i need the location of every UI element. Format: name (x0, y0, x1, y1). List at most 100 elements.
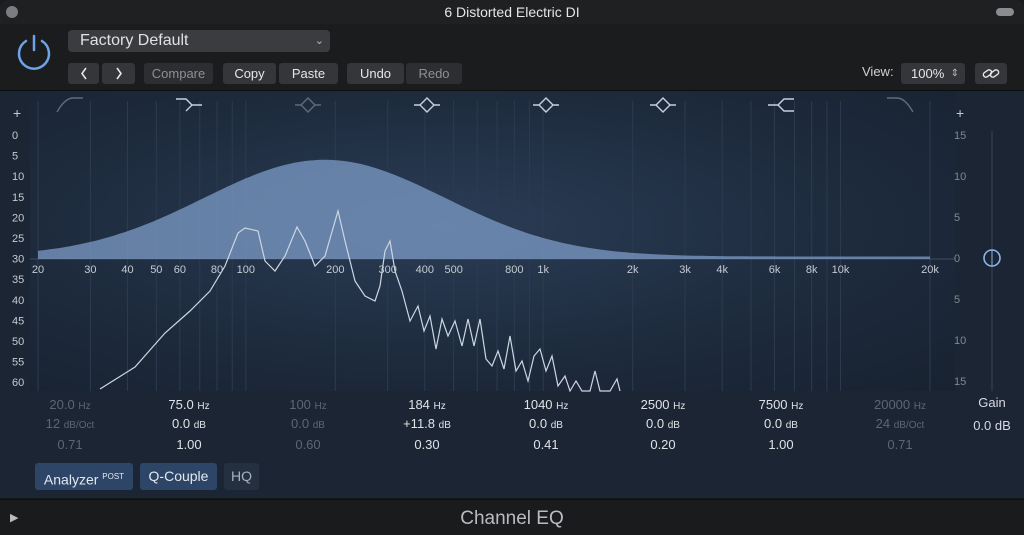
band-gain[interactable]: 0.0 dB (139, 416, 239, 431)
band-gain[interactable]: 0.0 dB (731, 416, 831, 431)
bell-icon[interactable] (291, 94, 325, 116)
redo-button[interactable]: Redo (406, 63, 462, 84)
band-frequency-value: 20000 (873, 397, 911, 412)
band-frequency-unit: Hz (556, 401, 569, 412)
band-gain-unit: dB (550, 420, 563, 431)
band-frequency[interactable]: 100 Hz (258, 397, 358, 412)
band-q[interactable]: 0.30 (377, 437, 477, 452)
band-frequency[interactable]: 20.0 Hz (20, 397, 120, 412)
frequency-label: 8k (806, 264, 818, 276)
frequency-axis: 20 30 40 50 60 80 100 200 300 400 500 800 1k 2k 3k 4k 6k… (32, 264, 939, 276)
low-shelf-icon[interactable] (172, 94, 206, 116)
bell-icon[interactable] (646, 94, 680, 116)
band-gain[interactable]: 0.0 dB (496, 416, 596, 431)
undo-button[interactable]: Undo (347, 63, 404, 84)
analyzer-scale-label: 40 (12, 295, 24, 307)
band-gain-unit: dB (312, 420, 325, 431)
frequency-label: 20k (921, 264, 939, 276)
analyzer-scale-label: 20 (12, 212, 24, 224)
gain-scale-label: 10 (954, 335, 966, 347)
frequency-label: 50 (150, 264, 162, 276)
band-q[interactable]: 0.60 (258, 437, 358, 452)
output-gain[interactable]: Gain 0.0 dB (962, 395, 1022, 433)
analyzer-button[interactable]: Analyzer POST (35, 463, 133, 490)
up-down-icon: ⇕ (950, 68, 959, 79)
band-frequency[interactable]: 20000 Hz (850, 397, 950, 412)
zoom-select[interactable]: 100% ⇕ (901, 63, 965, 84)
frequency-label: 80 (211, 264, 223, 276)
band-gain[interactable]: 0.0 dB (613, 416, 713, 431)
previous-preset-button[interactable] (68, 63, 99, 84)
plugin-name: Channel EQ (460, 508, 564, 529)
analyzer-scale-label: 30 (12, 254, 24, 266)
gain-scale-label: 15 (954, 130, 966, 142)
band-shape-selector (0, 91, 1024, 121)
band-frequency-unit: Hz (197, 401, 210, 412)
gain-scale-label: 5 (954, 212, 960, 224)
gain-scale-label: 15 (954, 376, 966, 388)
band-frequency-value: 184 (408, 397, 430, 412)
low-cut-icon[interactable] (53, 94, 87, 116)
window-close-button[interactable] (6, 6, 18, 18)
band-gain[interactable]: 24 dB/Oct (850, 416, 950, 431)
window-resize-button[interactable] (996, 8, 1014, 16)
bell-icon[interactable] (529, 94, 563, 116)
band-gain-value: 0.0 (646, 416, 665, 431)
band-gain[interactable]: 0.0 dB (258, 416, 358, 431)
paste-button[interactable]: Paste (279, 63, 338, 84)
frequency-label: 300 (379, 264, 397, 276)
band-q[interactable]: 0.71 (850, 437, 950, 452)
band-gain-unit: dB (438, 420, 451, 431)
view-label: View: (862, 64, 894, 79)
analyzer-mode: POST (102, 472, 125, 481)
gain-value[interactable]: 0.0 dB (962, 418, 1022, 433)
link-button[interactable] (975, 63, 1007, 84)
band-q-value: 0.71 (887, 437, 913, 452)
analyzer-scale-label: 35 (12, 274, 24, 286)
analyzer-scale-label: 60 (12, 377, 24, 389)
analyzer-label: Analyzer (43, 471, 99, 488)
band-q[interactable]: 1.00 (731, 437, 831, 452)
gain-scale: 15 10 5 0 5 10 15 (954, 130, 966, 388)
hq-button[interactable]: HQ (224, 463, 259, 490)
title-bar: 6 Distorted Electric DI (0, 0, 1024, 24)
copy-button[interactable]: Copy (223, 63, 276, 84)
band-frequency[interactable]: 2500 Hz (613, 397, 713, 412)
band-q[interactable]: 0.20 (613, 437, 713, 452)
band-q-value: 0.71 (57, 437, 83, 452)
band-q[interactable]: 0.41 (496, 437, 596, 452)
band-gain-value: +11.8 (403, 416, 436, 431)
band-gain-value: 24 (875, 416, 891, 431)
high-shelf-icon[interactable] (764, 94, 798, 116)
band-gain-unit: dB (667, 420, 680, 431)
band-q-value: 1.00 (768, 437, 794, 452)
band-frequency[interactable]: 7500 Hz (731, 397, 831, 412)
plugin-window: 6 Distorted Electric DI Factory Default … (0, 0, 1024, 535)
high-cut-icon[interactable] (883, 94, 917, 116)
bell-icon[interactable] (410, 94, 444, 116)
band-gain-value: 0.0 (291, 416, 310, 431)
band-frequency[interactable]: 184 Hz (377, 397, 477, 412)
band-gain[interactable]: 12 dB/Oct (20, 416, 120, 431)
q-couple-button[interactable]: Q-Couple (140, 463, 217, 490)
analyzer-scale-label: 55 (12, 357, 24, 369)
frequency-label: 400 (416, 264, 434, 276)
band-gain[interactable]: +11.8 dB (377, 416, 477, 431)
band-gain-value: 0.0 (529, 416, 548, 431)
analyzer-scale: 0 5 10 15 20 25 30 35 40 45 50 55 60 (12, 130, 24, 389)
band-frequency[interactable]: 1040 Hz (496, 397, 596, 412)
band-frequency-value: 1040 (523, 397, 553, 412)
preset-menu[interactable]: Factory Default ⌄ (68, 30, 330, 52)
next-preset-button[interactable] (102, 63, 135, 84)
band-frequency-value: 100 (289, 397, 311, 412)
band-q[interactable]: 1.00 (139, 437, 239, 452)
analyzer-scale-label: 5 (12, 151, 18, 163)
frequency-label: 800 (505, 264, 523, 276)
power-icon[interactable] (15, 32, 53, 70)
band-q-value: 0.30 (414, 437, 440, 452)
band-frequency[interactable]: 75.0 Hz (139, 397, 239, 412)
band-q[interactable]: 0.71 (20, 437, 120, 452)
compare-button[interactable]: Compare (144, 63, 213, 84)
band-8-parameters: 20000 Hz 24 dB/Oct 0.71 (850, 397, 950, 452)
band-gain-unit: dB (193, 420, 206, 431)
